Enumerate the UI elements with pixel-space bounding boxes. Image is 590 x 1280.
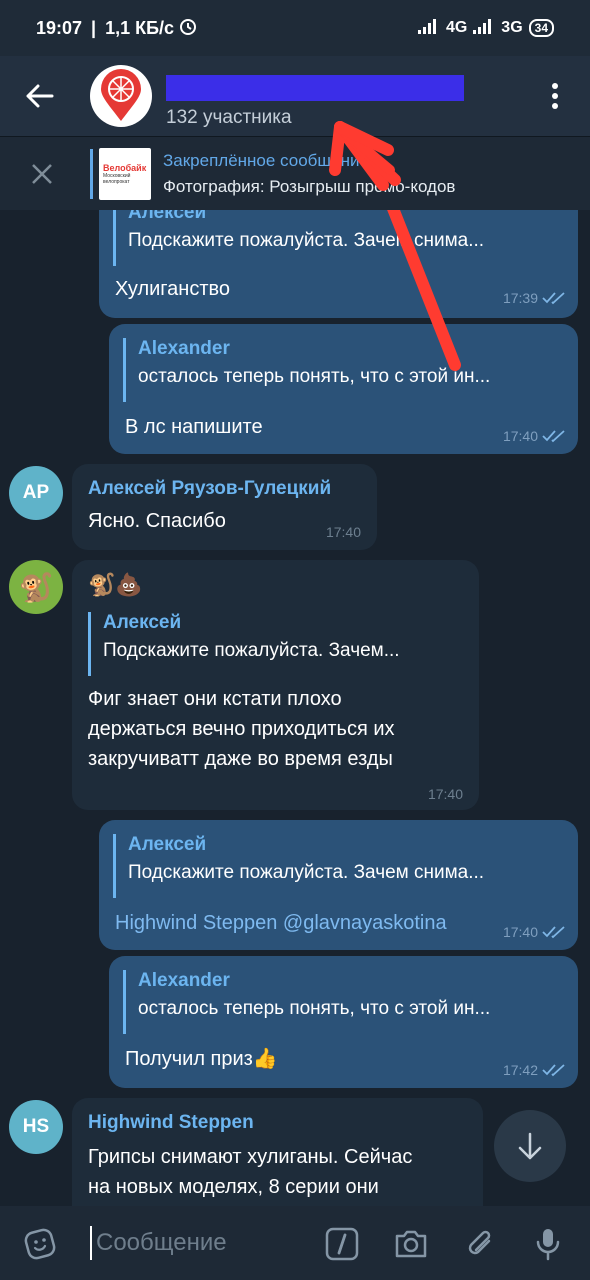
avatar-initials: АР — [22, 482, 50, 503]
group-avatar[interactable] — [90, 65, 152, 127]
sender-name[interactable]: 🐒💩 — [88, 572, 143, 598]
reply-author: Alexander — [138, 338, 230, 359]
reply-author: Алексей — [128, 834, 207, 855]
arrow-down-icon — [518, 1132, 542, 1160]
reply-snippet: Подскажите пожалуйста. Зачем снима... — [128, 862, 485, 883]
avatar[interactable]: HS — [9, 1100, 63, 1154]
reply-quote[interactable]: Алексей Подскажите пожалуйста. Зачем сни… — [113, 210, 558, 266]
avatar-initials: HS — [22, 1116, 50, 1137]
slash-command-icon — [325, 1227, 359, 1261]
message-mention-text[interactable]: Highwind Steppen @glavnayaskotina — [115, 908, 447, 938]
pinned-title: Закреплённое сообщение — [163, 150, 369, 170]
reply-quote[interactable]: Alexander осталось теперь понять, что с … — [123, 338, 558, 402]
more-menu-button[interactable] — [520, 56, 590, 136]
message-bubble-outgoing[interactable]: Alexander осталось теперь понять, что с … — [109, 324, 578, 454]
signal-icon-2 — [473, 18, 495, 39]
message-text: Получил приз👍 — [125, 1048, 278, 1070]
message-bubble-incoming[interactable]: Алексей Ряузов-Гулецкий Ясно. Спасибо 17… — [72, 464, 377, 550]
emoji-button[interactable] — [20, 1224, 60, 1264]
reply-author: Алексей — [128, 210, 207, 223]
message-bubble-outgoing[interactable]: Alexander осталось теперь понять, что с … — [109, 956, 578, 1088]
message-text: Хулиганство — [115, 278, 231, 300]
camera-icon — [395, 1230, 427, 1258]
thumb-title: Велобайк — [103, 162, 147, 173]
reply-author: Alexander — [138, 970, 230, 991]
message-text: Фиг знает они кстати плохо держаться веч… — [88, 688, 395, 770]
camera-button[interactable] — [391, 1224, 431, 1264]
message-bubble-incoming[interactable]: Highwind Steppen Грипсы снимают хулиганы… — [72, 1098, 483, 1206]
attach-button[interactable] — [461, 1224, 501, 1264]
message-text: В лс напишите — [125, 416, 263, 438]
pinned-accent-bar — [90, 148, 93, 199]
members-count: 132 участника — [166, 107, 292, 128]
chat-header: 132 участника — [0, 56, 590, 136]
double-check-icon — [542, 292, 565, 305]
net-speed: 1,1 КБ/с — [105, 17, 175, 38]
reply-quote[interactable]: Алексей Подскажите пожалуйста. Зачем... — [88, 612, 463, 676]
message-text: Грипсы снимают хулиганы. Сейчас на новых… — [88, 1146, 413, 1198]
message-time: 17:42 — [503, 1062, 566, 1078]
microphone-icon — [536, 1229, 560, 1261]
reply-author: Алексей — [103, 612, 182, 633]
scroll-to-bottom-button[interactable] — [494, 1110, 566, 1182]
message-text: Ясно. Спасибо — [88, 510, 226, 532]
message-input[interactable]: Сообщение — [90, 1226, 227, 1260]
message-list[interactable]: Алексей Подскажите пожалуйста. Зачем сни… — [0, 210, 590, 1206]
sender-name[interactable]: Алексей Ряузов-Гулецкий — [88, 478, 331, 500]
avatar[interactable]: АР — [9, 466, 63, 520]
redacted-title — [166, 75, 464, 101]
bike-wheel-pin-icon — [101, 69, 141, 121]
network-4g: 4G — [445, 19, 468, 36]
reply-snippet: осталось теперь понять, что с этой ин... — [138, 366, 491, 387]
message-bubble-outgoing[interactable]: Алексей Подскажите пожалуйста. Зачем сни… — [99, 210, 578, 318]
signal-icon — [417, 18, 440, 39]
reply-snippet: Подскажите пожалуйста. Зачем... — [103, 640, 400, 661]
pinned-close-button[interactable] — [0, 137, 84, 211]
pinned-text: Фотография: Розыгрыш промо-кодов — [163, 176, 456, 196]
reply-snippet: осталось теперь понять, что с этой ин... — [138, 998, 491, 1019]
sender-name[interactable]: Highwind Steppen — [88, 1112, 254, 1134]
more-vertical-icon — [552, 83, 558, 109]
message-input-bar: Сообщение — [0, 1206, 590, 1280]
status-time: 19:07 — [36, 17, 83, 38]
pinned-message-bar[interactable]: Велобайк Московский велопрокат Закреплён… — [0, 136, 590, 210]
alarm-icon — [178, 16, 198, 41]
reply-snippet: Подскажите пожалуйста. Зачем снима... — [128, 230, 485, 251]
bot-commands-button[interactable] — [322, 1224, 362, 1264]
double-check-icon — [542, 1064, 565, 1077]
reply-quote[interactable]: Alexander осталось теперь понять, что с … — [123, 970, 558, 1034]
pinned-thumbnail: Велобайк Московский велопрокат — [99, 147, 151, 200]
back-button[interactable] — [0, 56, 80, 136]
message-time: 17:40 — [503, 924, 566, 940]
reply-quote[interactable]: Алексей Подскажите пожалуйста. Зачем сни… — [113, 834, 558, 898]
double-check-icon — [542, 430, 565, 443]
sticker-emoji-icon — [24, 1228, 56, 1260]
monkey-avatar-icon: 🐒 — [18, 571, 54, 603]
battery-indicator: 34 — [528, 19, 554, 37]
paperclip-icon — [468, 1230, 491, 1255]
avatar[interactable]: 🐒 — [9, 560, 63, 614]
status-bar: 19:07 | 1,1 КБ/с 4G 3G 34 — [0, 0, 590, 56]
message-bubble-outgoing[interactable]: Алексей Подскажите пожалуйста. Зачем сни… — [99, 820, 578, 950]
message-time: 17:40 — [503, 428, 566, 444]
message-bubble-incoming[interactable]: 🐒💩 Алексей Подскажите пожалуйста. Зачем.… — [72, 560, 479, 810]
network-3g: 3G — [501, 19, 523, 36]
double-check-icon — [542, 926, 565, 939]
message-time: 17:40 — [427, 786, 463, 802]
chat-title-block[interactable]: 132 участника — [166, 65, 520, 128]
message-time: 17:39 — [503, 290, 566, 306]
thumb-subtitle: Московский велопрокат — [103, 172, 131, 185]
voice-record-button[interactable] — [528, 1224, 568, 1264]
message-time: 17:40 — [325, 524, 361, 540]
arrow-left-icon — [26, 84, 54, 108]
close-icon — [32, 163, 52, 184]
